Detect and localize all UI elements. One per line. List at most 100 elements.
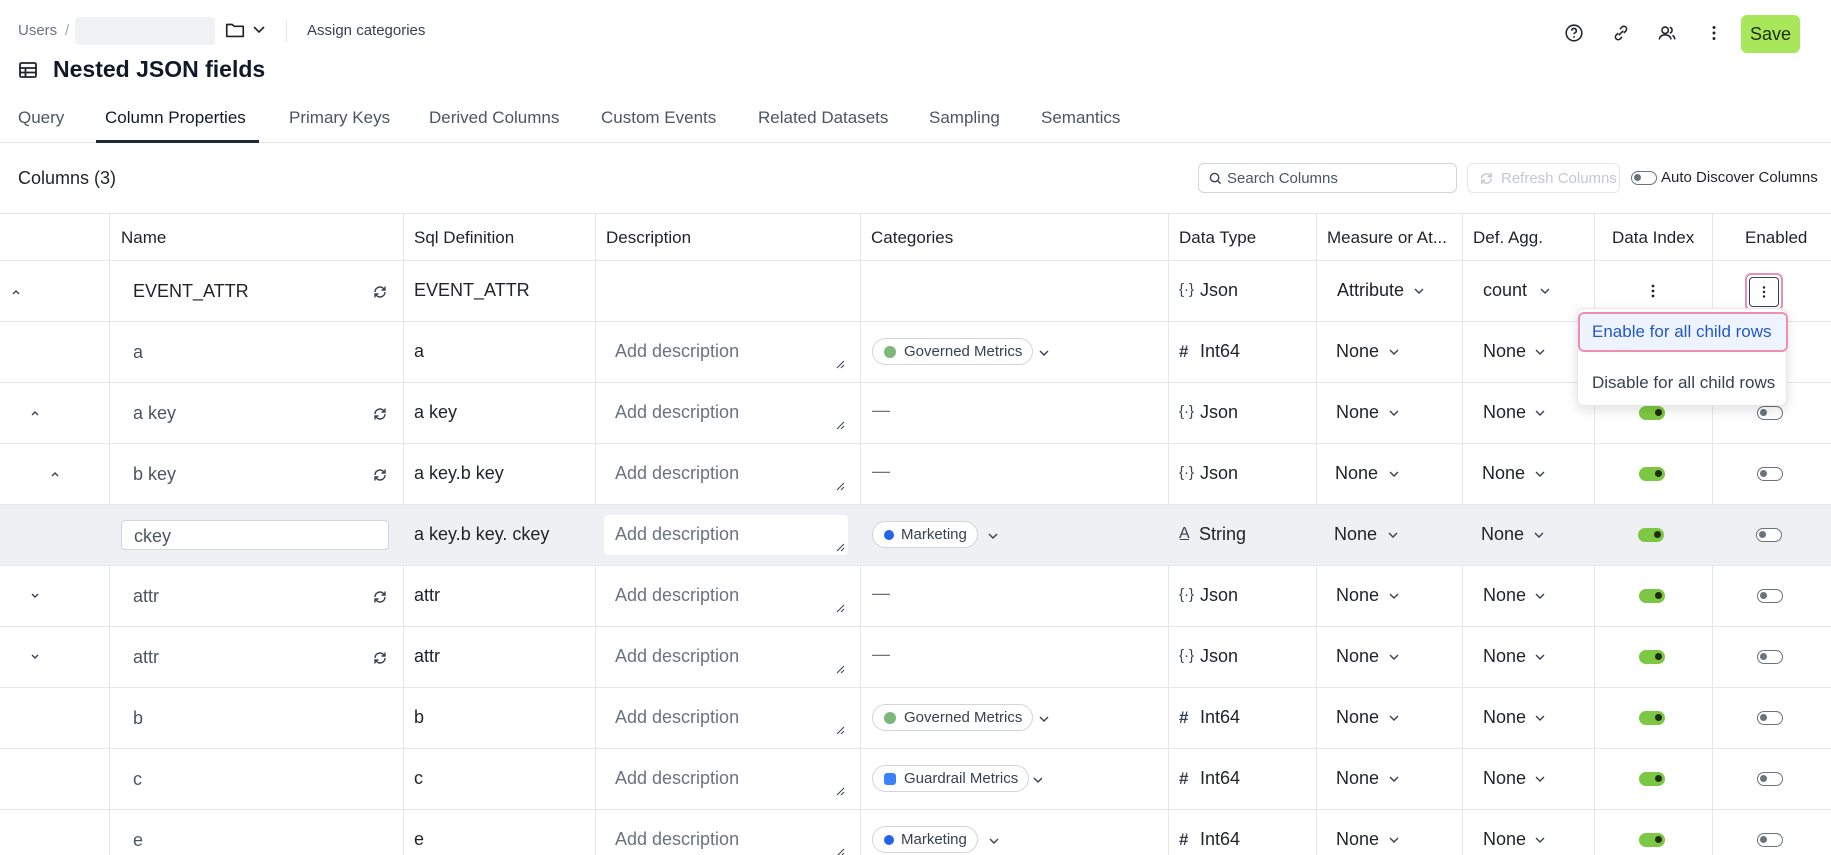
chevron-down-icon[interactable] [1532,528,1546,542]
agg-dropdown[interactable]: None [1483,585,1526,606]
data-index-toggle[interactable] [1639,711,1665,725]
enabled-toggle[interactable] [1757,833,1783,847]
tab-semantics[interactable]: Semantics [1041,108,1120,128]
enable-all-child-rows-item[interactable]: Enable for all child rows [1578,312,1788,352]
enabled-toggle[interactable] [1756,528,1782,542]
description-input[interactable]: Add description [604,332,848,372]
enabled-toggle[interactable] [1757,711,1783,725]
header-data-type[interactable]: Data Type [1179,228,1256,248]
sync-icon[interactable] [372,284,388,300]
chevron-down-icon[interactable] [1387,467,1401,481]
name-input[interactable]: EVENT_ATTR [121,276,361,306]
chevron-down-icon[interactable] [1387,406,1401,420]
description-input[interactable]: Add description [604,637,848,677]
tab-custom-events[interactable]: Custom Events [601,108,716,128]
data-index-toggle[interactable] [1639,833,1665,847]
enabled-toggle[interactable] [1757,650,1783,664]
resize-handle-icon[interactable] [836,421,845,430]
chevron-down-icon[interactable] [1387,589,1401,603]
agg-dropdown[interactable]: None [1483,768,1526,789]
save-button[interactable]: Save [1741,15,1800,53]
tab-primary-keys[interactable]: Primary Keys [289,108,390,128]
chevron-down-icon[interactable] [1387,711,1401,725]
name-input[interactable]: a key [121,398,361,428]
description-input[interactable]: Add description [604,454,848,494]
chevron-down-icon[interactable] [28,650,42,664]
enabled-toggle[interactable] [1757,406,1783,420]
name-input[interactable]: attr [121,581,361,611]
tab-derived-columns[interactable]: Derived Columns [429,108,559,128]
header-enabled[interactable]: Enabled [1745,228,1807,248]
name-input[interactable]: e [121,825,389,855]
header-sql-definition[interactable]: Sql Definition [414,228,514,248]
chevron-down-icon[interactable] [1387,345,1401,359]
assign-categories-link[interactable]: Assign categories [307,22,425,39]
chevron-down-icon[interactable] [1387,650,1401,664]
breadcrumb-current[interactable] [75,17,215,45]
refresh-columns-button[interactable]: Refresh Columns [1467,163,1620,193]
measure-dropdown[interactable]: None [1334,524,1377,545]
category-pill[interactable]: Governed Metrics [872,338,1034,365]
chevron-down-icon[interactable] [251,21,267,37]
agg-dropdown[interactable]: None [1483,341,1526,362]
resize-handle-icon[interactable] [836,726,845,735]
tab-sampling[interactable]: Sampling [929,108,1000,128]
resize-handle-icon[interactable] [836,482,845,491]
chevron-down-icon[interactable] [1538,284,1552,298]
header-measure-or-attribute[interactable]: Measure or At... [1327,228,1457,248]
header-name[interactable]: Name [121,228,166,248]
sync-icon[interactable] [372,589,388,605]
chevron-down-icon[interactable] [1533,345,1547,359]
chevron-down-icon[interactable] [1387,833,1401,847]
resize-handle-icon[interactable] [836,848,845,855]
agg-dropdown[interactable]: None [1483,646,1526,667]
chevron-down-icon[interactable] [1533,406,1547,420]
chevron-down-icon[interactable] [1037,346,1051,360]
data-index-toggle[interactable] [1638,528,1664,542]
description-input[interactable]: Add description [604,515,848,555]
data-index-toggle[interactable] [1639,406,1665,420]
help-icon[interactable] [1563,22,1585,44]
description-input[interactable]: Add description [604,820,848,855]
enabled-toggle[interactable] [1757,772,1783,786]
tab-query[interactable]: Query [18,108,64,128]
agg-dropdown[interactable]: None [1482,463,1525,484]
agg-dropdown[interactable]: None [1483,707,1526,728]
chevron-down-icon[interactable] [1387,772,1401,786]
enabled-toggle[interactable] [1757,589,1783,603]
chevron-down-icon[interactable] [1533,589,1547,603]
measure-dropdown[interactable]: None [1335,463,1378,484]
chevron-down-icon[interactable] [986,529,1000,543]
chevron-down-icon[interactable] [1412,284,1426,298]
measure-dropdown[interactable]: None [1336,646,1379,667]
name-input[interactable]: b [121,703,389,733]
description-input[interactable]: Add description [604,759,848,799]
chevron-down-icon[interactable] [1386,528,1400,542]
sync-icon[interactable] [372,406,388,422]
resize-handle-icon[interactable] [836,604,845,613]
chevron-down-icon[interactable] [1031,773,1045,787]
chevron-up-icon[interactable] [28,406,42,420]
description-input[interactable]: Add description [604,698,848,738]
measure-dropdown[interactable]: None [1336,707,1379,728]
users-icon[interactable] [1656,22,1678,44]
resize-handle-icon[interactable] [836,360,845,369]
header-data-index[interactable]: Data Index [1612,228,1694,248]
resize-handle-icon[interactable] [836,543,845,552]
category-pill[interactable]: Marketing [872,826,978,853]
measure-dropdown[interactable]: None [1336,585,1379,606]
enabled-toggle[interactable] [1757,467,1783,481]
chevron-down-icon[interactable] [1533,711,1547,725]
name-input[interactable]: b key [121,459,361,489]
name-input[interactable]: c [121,764,389,794]
measure-dropdown[interactable]: None [1336,341,1379,362]
chevron-down-icon[interactable] [1533,467,1547,481]
data-index-toggle[interactable] [1639,589,1665,603]
measure-dropdown[interactable]: None [1336,402,1379,423]
name-input[interactable]: a [121,337,389,367]
enabled-options-button-inner[interactable] [1749,277,1779,307]
search-box[interactable] [1198,163,1457,193]
enabled-options-button[interactable] [1745,273,1783,311]
sync-icon[interactable] [372,467,388,483]
data-index-toggle[interactable] [1639,772,1665,786]
